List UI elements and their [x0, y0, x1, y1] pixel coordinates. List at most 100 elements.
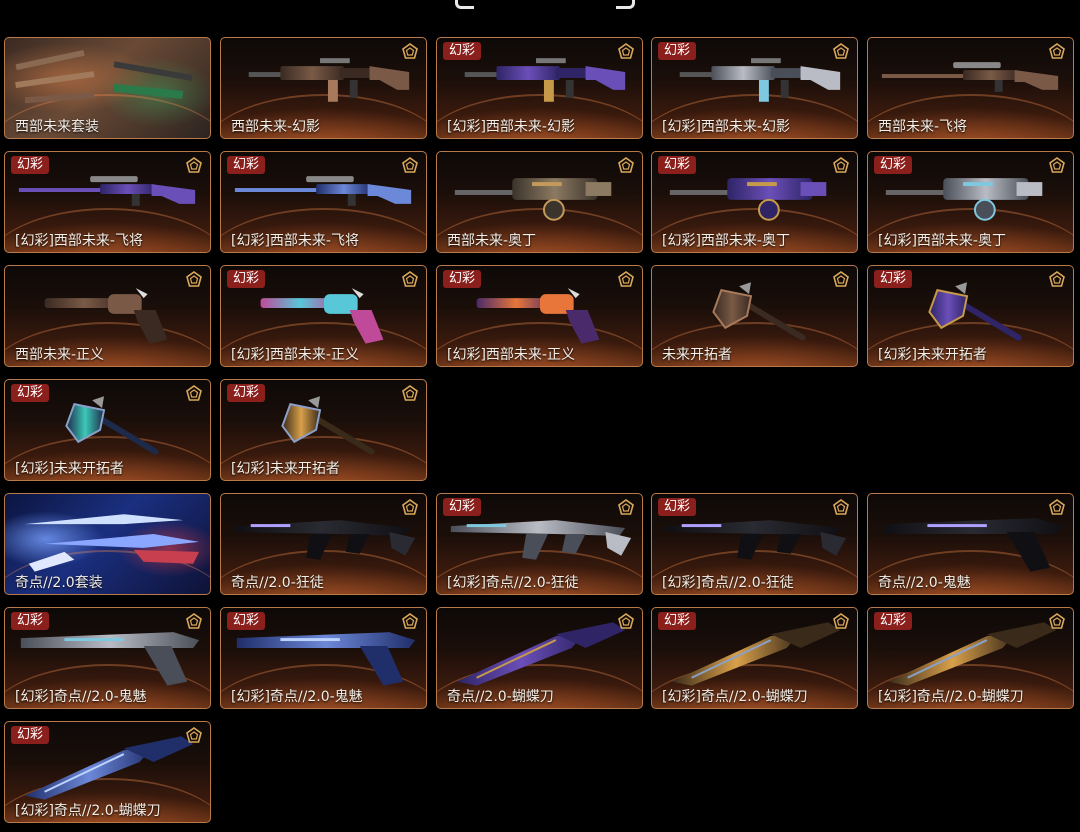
- variant-badge: 幻彩: [11, 384, 50, 402]
- tier-pentagon-icon: [1049, 43, 1065, 59]
- bundle-card[interactable]: 奇点//2.0套装: [4, 493, 211, 595]
- tier-pentagon-icon: [402, 613, 418, 629]
- tier-pentagon-icon: [186, 613, 202, 629]
- axe-image: [712, 282, 806, 341]
- variant-badge: 幻彩: [658, 42, 697, 60]
- skin-name: [幻彩]奇点//2.0-狂徒: [662, 575, 794, 591]
- variant-badge: 幻彩: [11, 726, 50, 744]
- tier-pentagon-icon: [402, 499, 418, 515]
- skin-card[interactable]: 幻彩 [幻彩]西部未来-飞将: [220, 151, 427, 253]
- variant-badge: 幻彩: [227, 612, 266, 630]
- skin-card[interactable]: 西部未来-正义: [4, 265, 211, 367]
- skin-grid: 西部未来套装 西部未来-幻影 幻彩 [幻彩]西部未来-幻影 幻彩 [幻彩]西部未…: [0, 0, 1080, 832]
- skin-name: 未来开拓者: [662, 347, 732, 363]
- bundle-card[interactable]: 西部未来套装: [4, 37, 211, 139]
- tier-pentagon-icon: [1049, 499, 1065, 515]
- tier-pentagon-icon: [1049, 613, 1065, 629]
- skin-card[interactable]: 西部未来-幻影: [220, 37, 427, 139]
- skin-card[interactable]: 幻彩 [幻彩]西部未来-正义: [436, 265, 643, 367]
- skin-name: [幻彩]西部未来-幻影: [662, 119, 790, 135]
- skin-name: [幻彩]西部未来-飞将: [231, 233, 359, 249]
- skin-name: [幻彩]奇点//2.0-鬼魅: [15, 689, 147, 705]
- variant-badge: 幻彩: [658, 156, 697, 174]
- skin-card[interactable]: 幻彩 [幻彩]奇点//2.0-蝴蝶刀: [4, 721, 211, 823]
- tier-pentagon-icon: [618, 271, 634, 287]
- skin-name: 奇点//2.0套装: [15, 575, 103, 591]
- skin-name: [幻彩]未来开拓者: [231, 461, 340, 477]
- tier-pentagon-icon: [833, 157, 849, 173]
- skin-card[interactable]: 幻彩 [幻彩]西部未来-幻影: [436, 37, 643, 139]
- skin-name: 西部未来-幻影: [231, 119, 321, 135]
- variant-badge: 幻彩: [11, 612, 50, 630]
- tier-pentagon-icon: [402, 157, 418, 173]
- variant-badge: 幻彩: [11, 156, 50, 174]
- skin-name: 西部未来套装: [15, 119, 99, 135]
- skin-card[interactable]: 幻彩 [幻彩]西部未来-奥丁: [867, 151, 1074, 253]
- tier-pentagon-icon: [186, 385, 202, 401]
- tier-pentagon-icon: [833, 499, 849, 515]
- skin-card[interactable]: 幻彩 [幻彩]奇点//2.0-蝴蝶刀: [651, 607, 858, 709]
- skin-card[interactable]: 幻彩 [幻彩]奇点//2.0-鬼魅: [220, 607, 427, 709]
- skin-card[interactable]: 幻彩 [幻彩]西部未来-幻影: [651, 37, 858, 139]
- tier-pentagon-icon: [833, 271, 849, 287]
- rifle-blade-image: [234, 520, 416, 560]
- skin-name: [幻彩]西部未来-奥丁: [662, 233, 790, 249]
- tier-pentagon-icon: [833, 613, 849, 629]
- variant-badge: 幻彩: [227, 384, 266, 402]
- skin-card[interactable]: 未来开拓者: [651, 265, 858, 367]
- rifle-set-image: [15, 49, 193, 104]
- skin-card[interactable]: 幻彩 [幻彩]奇点//2.0-鬼魅: [4, 607, 211, 709]
- skin-name: 奇点//2.0-蝴蝶刀: [447, 689, 554, 705]
- rifle-image: [248, 58, 410, 102]
- skin-name: [幻彩]西部未来-幻影: [447, 119, 575, 135]
- variant-badge: 幻彩: [874, 270, 913, 288]
- skin-card[interactable]: 西部未来-飞将: [867, 37, 1074, 139]
- skin-card[interactable]: 幻彩 [幻彩]未来开拓者: [867, 265, 1074, 367]
- tier-pentagon-icon: [186, 271, 202, 287]
- skin-name: 奇点//2.0-鬼魅: [878, 575, 971, 591]
- tier-pentagon-icon: [402, 43, 418, 59]
- skin-card[interactable]: 幻彩 [幻彩]奇点//2.0-狂徒: [436, 493, 643, 595]
- revolver-image: [44, 288, 168, 344]
- skin-card[interactable]: 幻彩 [幻彩]未来开拓者: [4, 379, 211, 481]
- skin-card[interactable]: 幻彩 [幻彩]西部未来-正义: [220, 265, 427, 367]
- variant-badge: 幻彩: [443, 42, 482, 60]
- blade-set-image: [24, 514, 200, 572]
- variant-badge: 幻彩: [443, 270, 482, 288]
- skin-card[interactable]: 幻彩 [幻彩]西部未来-飞将: [4, 151, 211, 253]
- tier-pentagon-icon: [618, 43, 634, 59]
- variant-badge: 幻彩: [227, 270, 266, 288]
- skin-card[interactable]: 幻彩 [幻彩]奇点//2.0-狂徒: [651, 493, 858, 595]
- tier-pentagon-icon: [618, 157, 634, 173]
- tier-pentagon-icon: [618, 613, 634, 629]
- skin-card[interactable]: 幻彩 [幻彩]西部未来-奥丁: [651, 151, 858, 253]
- skin-card[interactable]: 奇点//2.0-狂徒: [220, 493, 427, 595]
- variant-badge: 幻彩: [227, 156, 266, 174]
- skin-name: [幻彩]奇点//2.0-蝴蝶刀: [662, 689, 808, 705]
- variant-badge: 幻彩: [658, 612, 697, 630]
- knife-image: [456, 622, 626, 686]
- tier-pentagon-icon: [1049, 271, 1065, 287]
- skin-name: [幻彩]未来开拓者: [15, 461, 124, 477]
- tier-pentagon-icon: [833, 43, 849, 59]
- skin-name: [幻彩]西部未来-正义: [231, 347, 359, 363]
- skin-card[interactable]: 幻彩 [幻彩]奇点//2.0-蝴蝶刀: [867, 607, 1074, 709]
- variant-badge: 幻彩: [443, 498, 482, 516]
- tier-pentagon-icon: [186, 727, 202, 743]
- skin-name: [幻彩]西部未来-飞将: [15, 233, 143, 249]
- skin-name: [幻彩]奇点//2.0-狂徒: [447, 575, 579, 591]
- tier-pentagon-icon: [402, 271, 418, 287]
- variant-badge: 幻彩: [874, 156, 913, 174]
- skin-name: [幻彩]奇点//2.0-蝴蝶刀: [878, 689, 1024, 705]
- skin-card[interactable]: 幻彩 [幻彩]未来开拓者: [220, 379, 427, 481]
- skin-name: [幻彩]西部未来-正义: [447, 347, 575, 363]
- skin-card[interactable]: 奇点//2.0-鬼魅: [867, 493, 1074, 595]
- pistol-blade-image: [883, 518, 1063, 572]
- skin-name: 西部未来-正义: [15, 347, 105, 363]
- sniper-image: [881, 62, 1059, 92]
- skin-card[interactable]: 奇点//2.0-蝴蝶刀: [436, 607, 643, 709]
- tier-pentagon-icon: [186, 157, 202, 173]
- skin-name: [幻彩]奇点//2.0-蝴蝶刀: [15, 803, 161, 819]
- skin-card[interactable]: 西部未来-奥丁: [436, 151, 643, 253]
- skin-name: [幻彩]奇点//2.0-鬼魅: [231, 689, 363, 705]
